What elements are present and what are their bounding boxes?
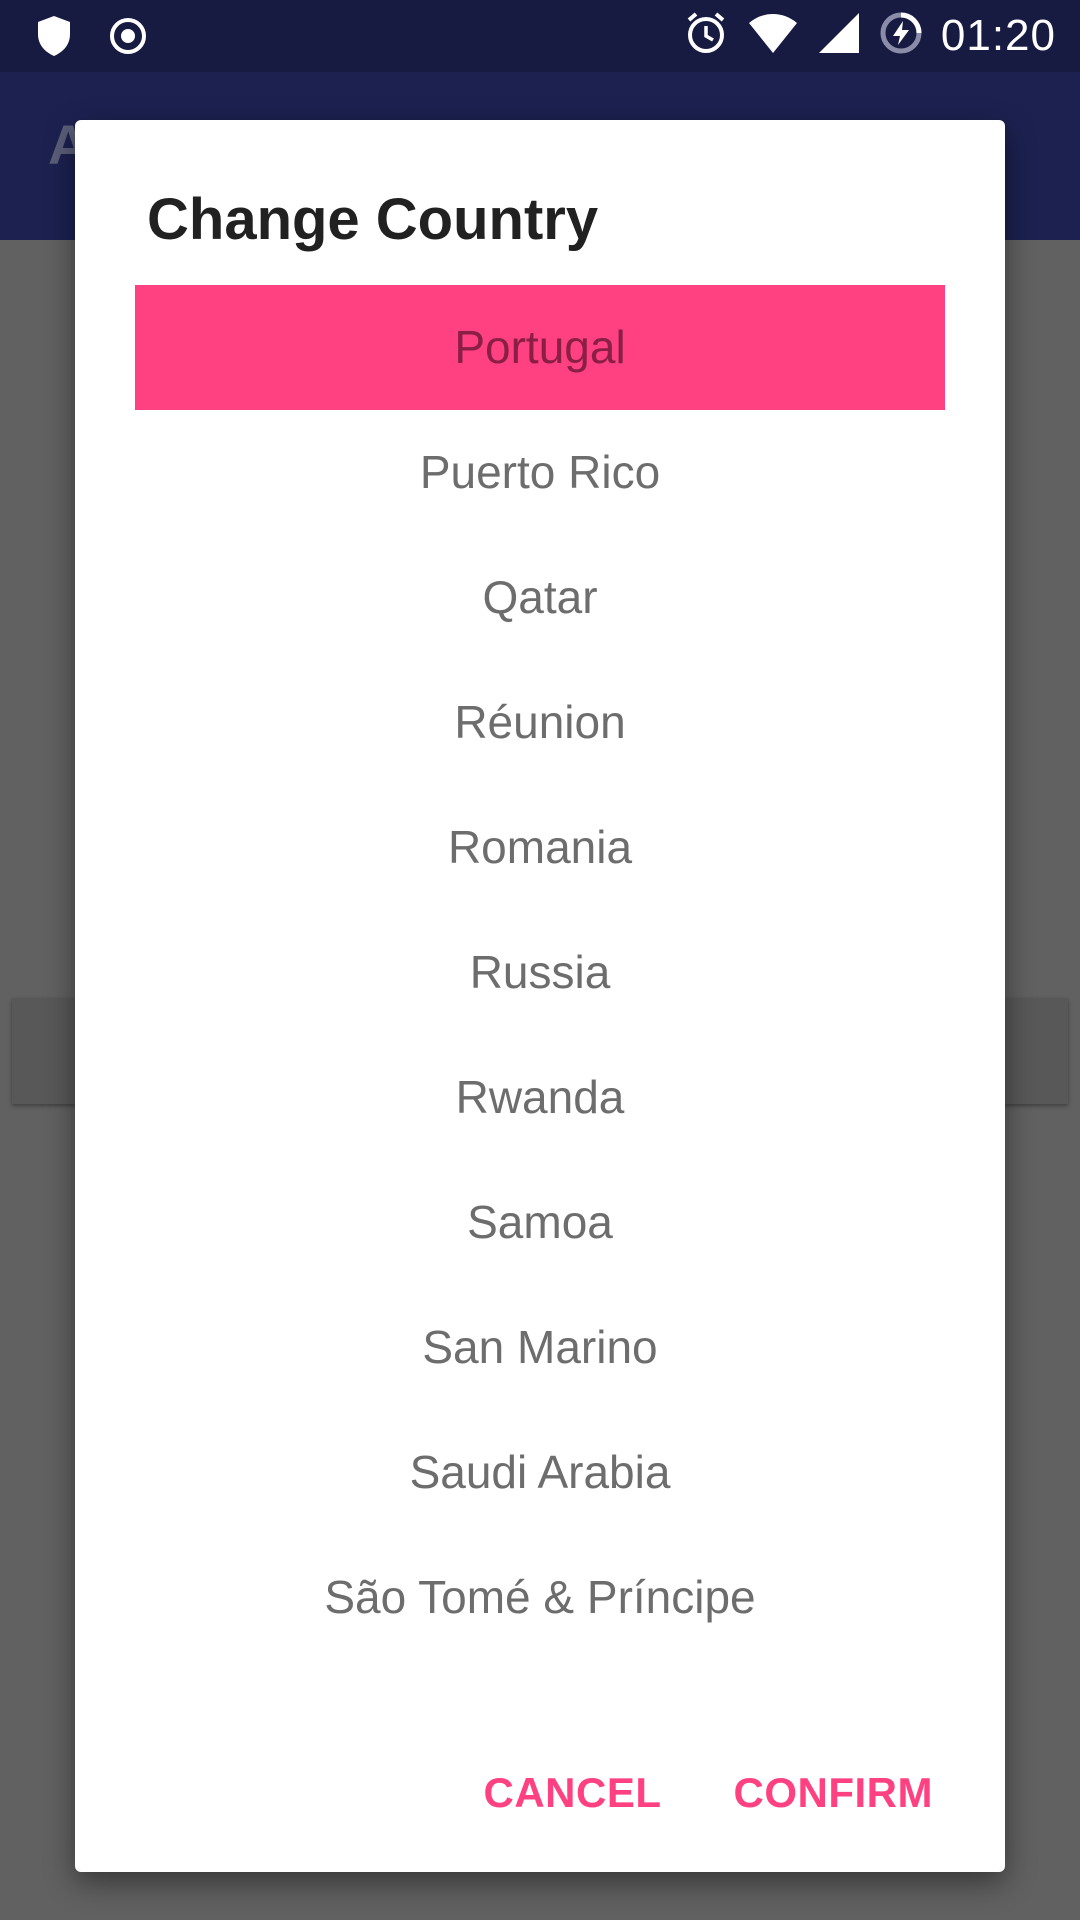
country-item[interactable]: Romania	[135, 785, 945, 910]
country-item-selected[interactable]: Portugal	[135, 285, 945, 410]
country-item[interactable]: Russia	[135, 910, 945, 1035]
alarm-icon	[683, 10, 729, 61]
signal-icon	[817, 11, 861, 60]
status-time: 01:20	[940, 10, 1056, 60]
country-item[interactable]: Qatar	[135, 535, 945, 660]
country-item[interactable]: Saudi Arabia	[135, 1410, 945, 1535]
country-item[interactable]: São Tomé & Príncipe	[135, 1535, 945, 1660]
confirm-button[interactable]: CONFIRM	[734, 1769, 933, 1817]
country-item[interactable]: San Marino	[135, 1285, 945, 1410]
wifi-icon	[747, 11, 799, 60]
country-list[interactable]: Portugal Puerto Rico Qatar Réunion Roman…	[135, 285, 945, 1660]
battery-charging-icon	[879, 11, 923, 60]
status-bar: 01:20	[0, 0, 1080, 72]
cancel-button[interactable]: CANCEL	[484, 1769, 662, 1817]
country-item[interactable]: Réunion	[135, 660, 945, 785]
country-item[interactable]: Rwanda	[135, 1035, 945, 1160]
dialog-actions: CANCEL CONFIRM	[484, 1769, 933, 1817]
change-country-dialog: Change Country Portugal Puerto Rico Qata…	[75, 120, 1005, 1872]
dialog-title: Change Country	[147, 187, 599, 252]
country-item[interactable]: Samoa	[135, 1160, 945, 1285]
shield-icon	[36, 14, 72, 63]
country-item[interactable]: Puerto Rico	[135, 410, 945, 535]
record-icon	[108, 16, 148, 61]
